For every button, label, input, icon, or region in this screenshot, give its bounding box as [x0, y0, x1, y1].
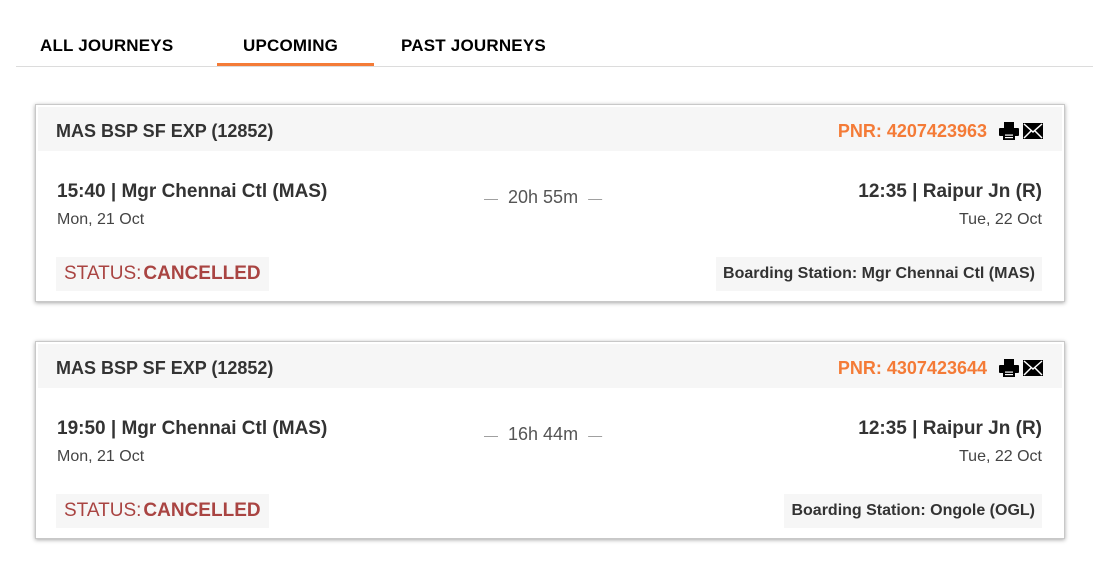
departure-date: Mon, 21 Oct	[57, 448, 145, 465]
status-value: CANCELLED	[143, 263, 261, 284]
arrival-date: Tue, 22 Oct	[959, 448, 1042, 465]
mail-icon[interactable]	[1023, 360, 1043, 376]
arrival-time-station: 12:35 | Raipur Jn (R)	[858, 181, 1042, 202]
tab-upcoming[interactable]: UPCOMING	[243, 36, 338, 56]
duration-value: 20h 55m	[508, 187, 579, 207]
boarding-station: Boarding Station: Ongole (OGL)	[784, 494, 1042, 528]
pnr-number: PNR: 4207423963	[837, 121, 987, 141]
train-name: MAS BSP SF EXP (12852)	[56, 121, 274, 141]
departure-date: Mon, 21 Oct	[57, 211, 145, 228]
status-value: CANCELLED	[143, 500, 261, 521]
mail-icon[interactable]	[1023, 123, 1043, 139]
status-badge: STATUS: CANCELLED	[56, 494, 269, 528]
departure-time-station: 15:40 | Mgr Chennai Ctl (MAS)	[57, 181, 328, 202]
status-badge: STATUS: CANCELLED	[56, 257, 269, 291]
tab-past-journeys[interactable]: PAST JOURNEYS	[401, 36, 546, 56]
train-name: MAS BSP SF EXP (12852)	[56, 358, 274, 378]
print-icon[interactable]	[999, 122, 1019, 140]
boarding-station: Boarding Station: Mgr Chennai Ctl (MAS)	[716, 257, 1042, 291]
journey-card: MAS BSP SF EXP (12852) PNR: 4207423963 1…	[35, 104, 1065, 302]
journey-duration: — 20h 55m —	[484, 187, 603, 207]
tab-all-journeys[interactable]: ALL JOURNEYS	[40, 36, 173, 56]
arrival-date: Tue, 22 Oct	[959, 211, 1042, 228]
departure-time-station: 19:50 | Mgr Chennai Ctl (MAS)	[57, 418, 328, 439]
arrival-time-station: 12:35 | Raipur Jn (R)	[858, 418, 1042, 439]
duration-value: 16h 44m	[508, 424, 579, 444]
journey-duration: — 16h 44m —	[484, 424, 603, 444]
status-label: STATUS:	[64, 263, 142, 284]
active-tab-indicator	[217, 63, 374, 66]
journey-tabs: ALL JOURNEYS UPCOMING PAST JOURNEYS	[16, 0, 1093, 67]
status-label: STATUS:	[64, 500, 142, 521]
print-icon[interactable]	[999, 359, 1019, 377]
journey-card: MAS BSP SF EXP (12852) PNR: 4307423644 1…	[35, 341, 1065, 539]
pnr-number: PNR: 4307423644	[837, 358, 987, 378]
